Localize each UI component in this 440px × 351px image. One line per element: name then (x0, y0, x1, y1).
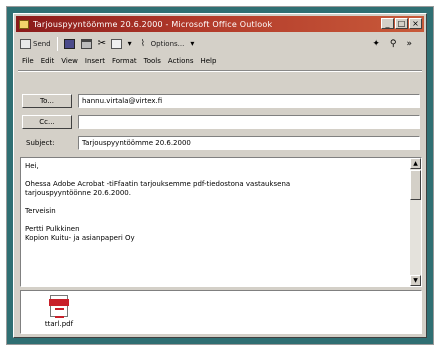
menu-edit[interactable]: Edit (41, 57, 55, 65)
subject-field[interactable]: Tarjouspyyntöömme 20.6.2000 (78, 135, 420, 150)
vertical-scrollbar[interactable]: ▲ ▼ (410, 158, 421, 286)
sender-company: Kopion Kuitu- ja asianpaperi Oy (25, 234, 135, 242)
to-button[interactable]: To... (22, 93, 72, 108)
to-field[interactable]: hannu.virtala@virtex.fi (78, 93, 420, 108)
message-text: Hei, Ohessa Adobe Acrobat -tiFfaatin tar… (25, 162, 407, 252)
window-title: Tarjouspyyntöömme 20.6.2000 - Microsoft … (33, 19, 273, 29)
screenshot-frame: Tarjouspyyntöömme 20.6.2000 - Microsoft … (6, 6, 434, 345)
options-button[interactable]: ⌇ Options... (141, 39, 185, 49)
cc-button[interactable]: Cc... (22, 114, 72, 129)
menu-view[interactable]: View (61, 57, 78, 65)
attachment-pane: ttarl.pdf (20, 290, 422, 334)
menu-file[interactable]: File (22, 57, 34, 65)
more-arrow-icon[interactable]: ▾ (190, 39, 197, 49)
window-controls: _ □ × (381, 18, 422, 29)
maximize-button[interactable]: □ (395, 18, 408, 29)
cut-icon[interactable]: ✂ (98, 39, 106, 49)
subject-label: Subject: (26, 138, 55, 147)
toolbar-separator (56, 37, 58, 51)
envelope-icon (19, 19, 29, 29)
send-icon (20, 39, 31, 49)
message-body[interactable]: Hei, Ohessa Adobe Acrobat -tiFfaatin tar… (20, 157, 422, 287)
overflow-icon[interactable]: » (406, 39, 412, 49)
standard-toolbar: Send ✂ ▾ ⌇ Options... ▾ ✦ ⚲ » (18, 35, 422, 53)
options-label: Options... (150, 40, 185, 48)
greeting-line: Hei, (25, 162, 39, 170)
cc-field[interactable] (78, 114, 420, 129)
compose-window: Tarjouspyyntöömme 20.6.2000 - Microsoft … (13, 13, 427, 338)
sender-name: Pertti Pulkkinen (25, 225, 80, 233)
divider (18, 70, 422, 72)
menu-help[interactable]: Help (200, 57, 216, 65)
scroll-up-icon[interactable]: ▲ (410, 158, 421, 169)
body-line-1: Ohessa Adobe Acrobat -tiFfaatin tarjouks… (25, 180, 291, 188)
menu-bar: File Edit View Insert Format Tools Actio… (18, 55, 422, 67)
paperclip-icon: ⌇ (140, 39, 146, 49)
title-bar[interactable]: Tarjouspyyntöömme 20.6.2000 - Microsoft … (16, 16, 424, 32)
save-icon[interactable] (63, 39, 75, 49)
minimize-button[interactable]: _ (381, 18, 394, 29)
attachment-name: ttarl.pdf (44, 320, 74, 328)
subject-row: Subject: Tarjouspyyntöömme 20.6.2000 (22, 135, 420, 150)
assistant-icon[interactable]: ⚲ (390, 39, 397, 49)
dropdown-arrow-icon[interactable]: ▾ (128, 39, 135, 49)
send-label: Send (33, 40, 51, 48)
closing-line: Terveisin (25, 207, 56, 215)
attachment-item[interactable]: ttarl.pdf (39, 295, 79, 328)
scroll-down-icon[interactable]: ▼ (410, 275, 421, 286)
menu-insert[interactable]: Insert (85, 57, 105, 65)
pdf-file-icon (49, 295, 69, 318)
send-button[interactable]: Send (20, 39, 51, 49)
to-row: To... hannu.virtala@virtex.fi (22, 93, 420, 108)
menu-tools[interactable]: Tools (144, 57, 161, 65)
address-book-icon[interactable] (110, 39, 122, 49)
close-button[interactable]: × (409, 18, 422, 29)
cc-row: Cc... (22, 114, 420, 129)
body-line-2: tarjouspyyntöönne 20.6.2000. (25, 189, 131, 197)
menu-actions[interactable]: Actions (168, 57, 194, 65)
menu-format[interactable]: Format (112, 57, 137, 65)
scroll-thumb[interactable] (410, 170, 421, 200)
print-icon[interactable] (80, 39, 92, 49)
flag-icon[interactable]: ✦ (372, 39, 380, 49)
